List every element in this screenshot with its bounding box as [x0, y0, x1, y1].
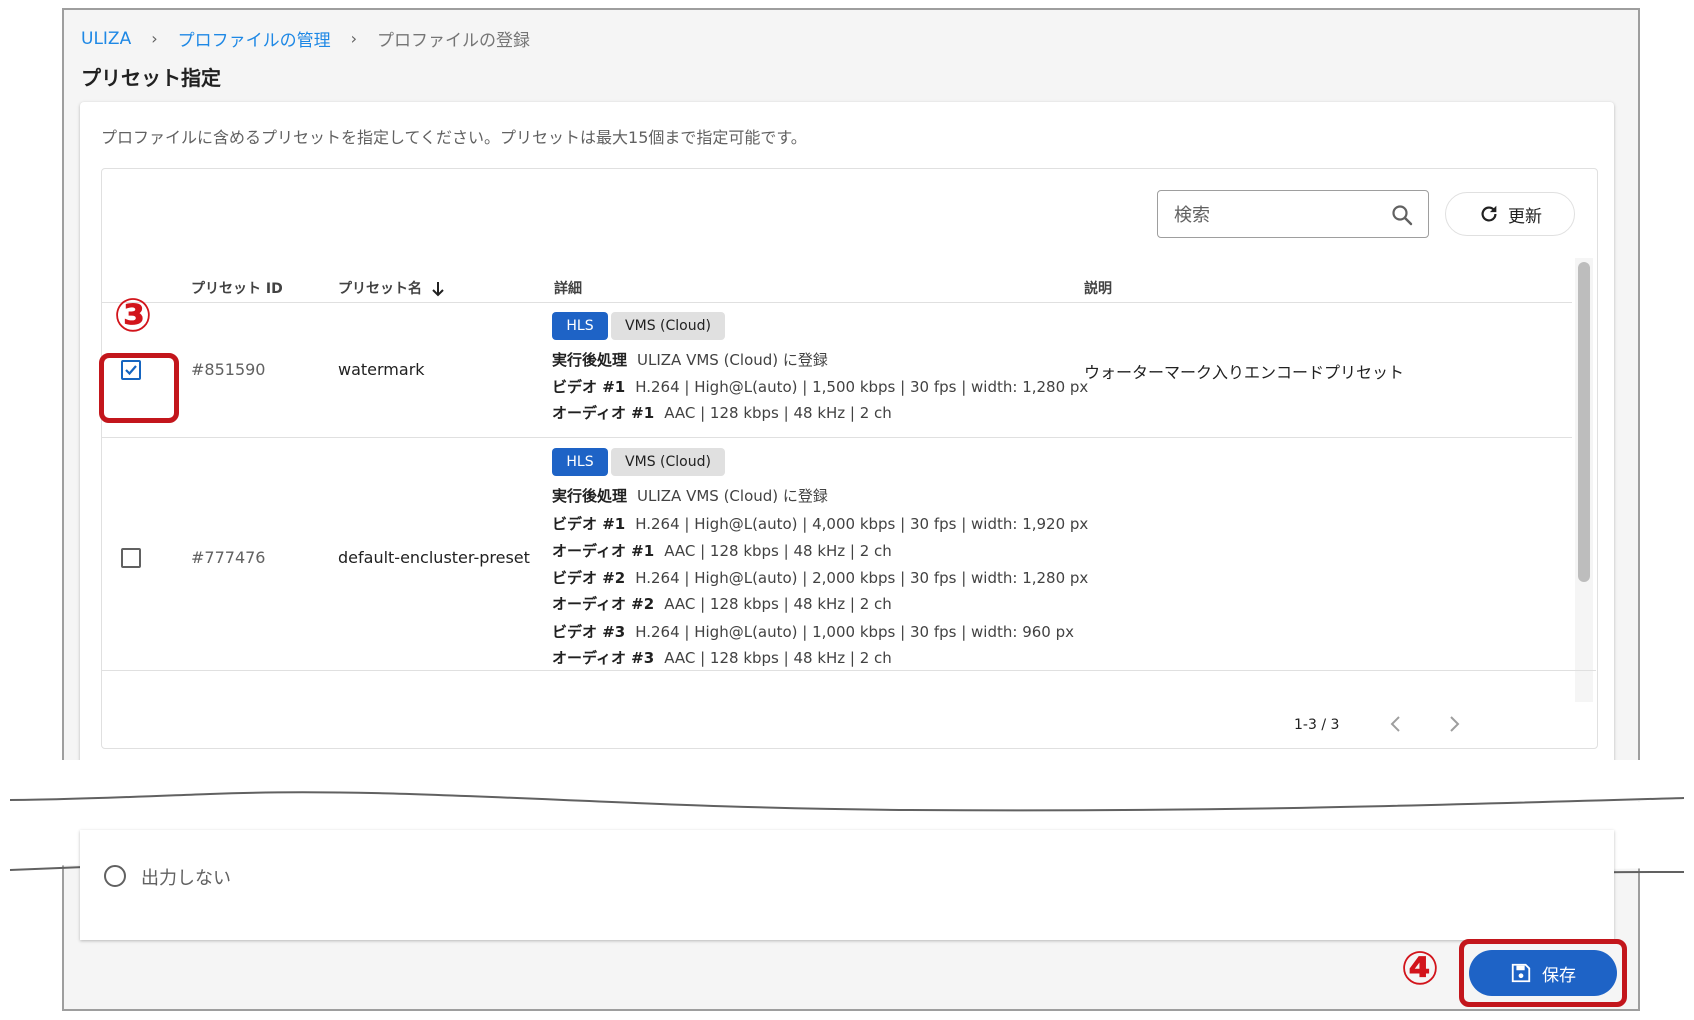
column-header-name-label: プリセット名 — [338, 281, 422, 297]
detail-label: オーディオ #1 — [552, 542, 655, 560]
detail-value: H.264 | High@L(auto) | 1,500 kbps | 30 f… — [635, 378, 1089, 396]
hls-chip: HLS — [552, 448, 608, 476]
chevron-left-icon[interactable] — [1384, 712, 1408, 736]
step-4-marker: ④ — [1400, 941, 1440, 995]
search-input[interactable] — [1172, 201, 1376, 229]
breadcrumb-separator: › — [350, 29, 358, 48]
breadcrumb-current: プロファイルの登録 — [377, 31, 531, 51]
breadcrumb-separator: › — [151, 29, 158, 48]
detail-line: 実行後処理 ULIZA VMS (Cloud) に登録 — [552, 485, 828, 506]
scrollbar-thumb[interactable] — [1578, 262, 1590, 582]
sort-down-icon[interactable] — [431, 281, 445, 297]
preset-name: default-encluster-preset — [338, 548, 530, 567]
detail-value: H.264 | High@L(auto) | 1,000 kbps | 30 f… — [635, 623, 1074, 641]
detail-line: ビデオ #3 H.264 | High@L(auto) | 1,000 kbps … — [552, 621, 1074, 642]
column-header-description[interactable]: 説明 — [1084, 278, 1112, 298]
step-3-highlight — [99, 353, 179, 423]
detail-label: オーディオ #3 — [552, 649, 655, 667]
hls-chip: HLS — [552, 312, 608, 340]
column-header-name[interactable]: プリセット名 — [338, 278, 445, 298]
detail-value: H.264 | High@L(auto) | 4,000 kbps | 30 f… — [635, 515, 1089, 533]
detail-line: ビデオ #1 H.264 | High@L(auto) | 4,000 kbps … — [552, 513, 1088, 534]
detail-label: 実行後処理 — [552, 487, 628, 505]
preset-name: watermark — [338, 360, 425, 379]
detail-value: AAC | 128 kbps | 48 kHz | 2 ch — [664, 404, 892, 422]
detail-label: 実行後処理 — [552, 351, 628, 369]
search-icon[interactable] — [1390, 203, 1414, 227]
row-divider — [102, 437, 1572, 438]
output-options-card — [80, 830, 1614, 940]
refresh-icon — [1481, 205, 1497, 222]
preset-id: #851590 — [191, 360, 266, 379]
breadcrumb-profile-management-link[interactable]: プロファイルの管理 — [178, 26, 331, 51]
detail-value: ULIZA VMS (Cloud) に登録 — [637, 351, 828, 369]
search-field[interactable] — [1157, 190, 1429, 238]
preset-description-cell: ウォーターマーク入りエンコードプリセット — [1084, 363, 1405, 382]
detail-line: ビデオ #1 H.264 | High@L(auto) | 1,500 kbps … — [552, 376, 1088, 397]
no-output-radio[interactable] — [104, 865, 126, 887]
column-header-id[interactable]: プリセット ID — [191, 278, 283, 298]
step-3-marker: ③ — [113, 288, 153, 342]
breadcrumb-uliza-link[interactable]: ULIZA — [81, 29, 131, 49]
step-4-highlight — [1459, 939, 1627, 1007]
row-checkbox[interactable] — [121, 548, 141, 568]
detail-label: オーディオ #2 — [552, 595, 655, 613]
detail-line: オーディオ #1 AAC | 128 kbps | 48 kHz | 2 ch — [552, 402, 892, 423]
page-title: プリセット指定 — [81, 66, 221, 90]
preset-id: #777476 — [191, 548, 266, 567]
vms-chip: VMS (Cloud) — [611, 448, 725, 476]
detail-value: H.264 | High@L(auto) | 2,000 kbps | 30 f… — [635, 569, 1089, 587]
detail-label: オーディオ #1 — [552, 404, 655, 422]
breadcrumb: ULIZA › プロファイルの管理 › プロファイルの登録 — [81, 26, 531, 52]
detail-line: オーディオ #2 AAC | 128 kbps | 48 kHz | 2 ch — [552, 593, 892, 614]
detail-label: ビデオ #2 — [552, 569, 626, 587]
column-header-detail[interactable]: 詳細 — [554, 278, 582, 298]
no-output-label[interactable]: 出力しない — [141, 864, 231, 890]
detail-line: オーディオ #1 AAC | 128 kbps | 48 kHz | 2 ch — [552, 540, 892, 561]
detail-label: ビデオ #1 — [552, 378, 626, 396]
detail-label: ビデオ #3 — [552, 623, 626, 641]
refresh-label: 更新 — [1508, 206, 1542, 227]
header-divider — [102, 302, 1572, 303]
pagination-range: 1-3 / 3 — [1294, 717, 1340, 733]
detail-line: オーディオ #3 AAC | 128 kbps | 48 kHz | 2 ch — [552, 647, 892, 668]
chevron-right-icon[interactable] — [1442, 712, 1466, 736]
detail-value: AAC | 128 kbps | 48 kHz | 2 ch — [664, 595, 892, 613]
refresh-button[interactable]: 更新 — [1445, 192, 1575, 236]
detail-line: ビデオ #2 H.264 | High@L(auto) | 2,000 kbps … — [552, 567, 1088, 588]
detail-line: 実行後処理 ULIZA VMS (Cloud) に登録 — [552, 349, 828, 370]
detail-value: ULIZA VMS (Cloud) に登録 — [637, 487, 828, 505]
vms-chip: VMS (Cloud) — [611, 312, 725, 340]
detail-value: AAC | 128 kbps | 48 kHz | 2 ch — [664, 542, 892, 560]
footer-divider — [102, 670, 1596, 671]
detail-label: ビデオ #1 — [552, 515, 626, 533]
preset-description: プロファイルに含めるプリセットを指定してください。プリセットは最大15個まで指定… — [101, 128, 807, 147]
detail-value: AAC | 128 kbps | 48 kHz | 2 ch — [664, 649, 892, 667]
